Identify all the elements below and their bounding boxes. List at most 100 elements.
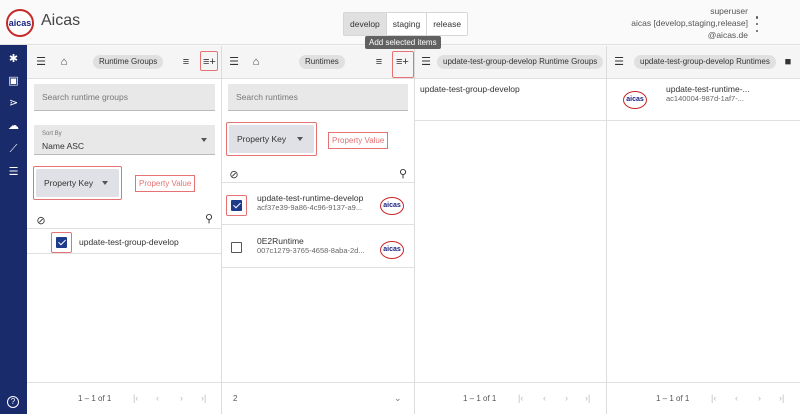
tab-release[interactable]: release: [427, 13, 468, 35]
first-page-icon[interactable]: |‹: [711, 393, 716, 403]
playlist-add-icon[interactable]: ≡+: [396, 56, 409, 68]
user-name: superuser: [710, 6, 748, 16]
tab-develop[interactable]: develop: [344, 13, 387, 35]
pagination-bar: 1 – 1 of 1 |‹ ‹ › ›|: [27, 382, 221, 414]
menu-icon[interactable]: ☰: [228, 56, 240, 68]
checklist-icon[interactable]: ☰: [7, 166, 20, 179]
property-value-input[interactable]: Property Value: [328, 132, 389, 149]
pagination-bar: 1 – 1 of 1 |‹ ‹ › ›|: [415, 382, 606, 414]
divider: [415, 120, 607, 121]
filter-icon[interactable]: ≡: [180, 56, 192, 68]
runtime-item-id: acf37e39-9a86-4c96-9137-a9...: [257, 203, 363, 212]
group-checkbox[interactable]: [56, 237, 67, 248]
chevron-down-icon: [102, 181, 108, 185]
environment-tabs: develop staging release: [343, 12, 469, 36]
property-value-input[interactable]: Property Value: [135, 175, 196, 192]
divider: [222, 182, 415, 183]
pager-range: 1 – 1 of 1: [78, 394, 112, 403]
filter-off-icon[interactable]: ⊘: [35, 215, 47, 227]
runtime-item-id: ac140004-987d-1af7-...: [666, 94, 744, 103]
group-item-name[interactable]: update-test-group-develop: [420, 84, 520, 94]
runtime-item-name[interactable]: 0E2Runtime: [257, 236, 304, 246]
prev-page-icon[interactable]: ‹: [735, 393, 738, 403]
menu-icon[interactable]: ☰: [420, 56, 432, 68]
chevron-down-icon: [297, 137, 303, 141]
property-key-select[interactable]: Property Key: [229, 125, 314, 153]
logo-text: aicas: [8, 18, 32, 28]
last-page-icon[interactable]: ›|: [201, 393, 206, 403]
cloud-upload-icon[interactable]: ☁: [7, 120, 20, 133]
next-page-icon[interactable]: ›: [758, 393, 761, 403]
analytics-icon[interactable]: ⟋: [7, 143, 20, 156]
home-icon[interactable]: ⌂: [58, 56, 70, 68]
panel-header: ☰ ⌂ Runtimes ≡ ≡+: [222, 46, 414, 79]
menu-icon[interactable]: ☰: [613, 56, 625, 68]
group-item-name[interactable]: update-test-group-develop: [79, 237, 179, 247]
panel-header: ☰ ⌂ Runtime Groups ≡ ≡+: [27, 46, 221, 79]
aicas-logo: aicas: [380, 197, 404, 215]
last-page-icon[interactable]: ›|: [779, 393, 784, 403]
divider: [222, 224, 415, 225]
divider: [27, 253, 222, 254]
next-page-icon[interactable]: ›: [565, 393, 568, 403]
chevron-down-icon: [201, 138, 207, 142]
aicas-logo: aicas: [6, 9, 34, 37]
add-selected-tooltip: Add selected items: [365, 36, 441, 49]
sort-select[interactable]: Sort By Name ASC: [34, 125, 215, 155]
filter-off-icon[interactable]: ⊘: [228, 169, 240, 181]
aicas-logo: aicas: [380, 241, 404, 259]
property-key-select[interactable]: Property Key: [36, 169, 119, 197]
chevron-down-icon[interactable]: ⌄: [394, 393, 402, 404]
last-page-icon[interactable]: ›|: [585, 393, 590, 403]
runtimes-panel: ☰ ⌂ Runtimes ≡ ≡+ Search runtimes Proper…: [222, 46, 415, 414]
side-rail: ✱ ▣ ⋗ ☁ ⟋ ☰ ?: [0, 45, 27, 414]
group-runtimes-panel: ☰ update-test-group-develop Runtimes ■ a…: [607, 46, 800, 414]
search-icon[interactable]: ⚲: [397, 168, 409, 180]
runtime-item-name[interactable]: update-test-runtime-develop: [257, 193, 363, 203]
group-runtimes-chip: update-test-group-develop Runtimes: [634, 55, 776, 69]
prev-page-icon[interactable]: ‹: [543, 393, 546, 403]
help-icon[interactable]: ?: [7, 396, 19, 408]
divider: [222, 267, 415, 268]
puzzle-icon[interactable]: ✱: [7, 53, 20, 66]
user-roles: aicas [develop,staging,release]: [631, 18, 748, 28]
app-root: aicas Aicas develop staging release supe…: [0, 0, 800, 414]
menu-icon[interactable]: ☰: [35, 56, 47, 68]
first-page-icon[interactable]: |‹: [133, 393, 138, 403]
runtime-checkbox-1[interactable]: [231, 200, 242, 211]
runtime-checkbox-2[interactable]: [231, 242, 242, 253]
search-runtime-groups-input[interactable]: Search runtime groups: [34, 84, 215, 111]
divider: [607, 120, 800, 121]
app-title: Aicas: [41, 12, 81, 29]
pager-range: 1 – 1 of 1: [656, 394, 690, 403]
runtimes-footer: 2 ⌄: [222, 382, 414, 414]
search-icon[interactable]: ⚲: [203, 213, 215, 225]
runtimes-chip: Runtimes: [299, 55, 345, 69]
filter-icon[interactable]: ≡: [373, 56, 385, 68]
runtime-groups-chip: Runtime Groups: [93, 55, 164, 69]
playlist-add-icon[interactable]: ≡+: [203, 56, 216, 68]
next-page-icon[interactable]: ›: [180, 393, 183, 403]
prev-page-icon[interactable]: ‹: [156, 393, 159, 403]
user-domain: @aicas.de: [707, 30, 748, 40]
save-icon[interactable]: ■: [782, 56, 794, 68]
first-page-icon[interactable]: |‹: [518, 393, 523, 403]
home-icon[interactable]: ⌂: [250, 56, 262, 68]
deploy-icon[interactable]: ⋗: [7, 97, 20, 110]
runtime-item-id: 007c1279-3765-4658-8aba-2d...: [257, 246, 365, 255]
property-key-label: Property Key: [44, 178, 94, 188]
more-menu-icon[interactable]: [752, 16, 762, 32]
search-runtimes-input[interactable]: Search runtimes: [228, 84, 408, 111]
image-list-icon[interactable]: ▣: [7, 75, 20, 88]
group-runtime-groups-chip: update-test-group-develop Runtime Groups: [437, 55, 604, 69]
runtime-item-name[interactable]: update-test-runtime-...: [666, 84, 750, 94]
runtime-groups-panel: ☰ ⌂ Runtime Groups ≡ ≡+ Search runtime g…: [27, 46, 222, 414]
panel-header: ☰ update-test-group-develop Runtimes ■: [607, 46, 800, 79]
pagination-bar: 1 – 1 of 1 |‹ ‹ › ›|: [607, 382, 800, 414]
sort-value: Name ASC: [42, 141, 85, 151]
divider: [27, 228, 222, 229]
aicas-logo: aicas: [623, 91, 647, 109]
user-info: superuser aicas [develop,staging,release…: [631, 5, 748, 41]
tab-staging[interactable]: staging: [386, 13, 428, 35]
group-runtime-groups-panel: ☰ update-test-group-develop Runtime Grou…: [415, 46, 607, 414]
